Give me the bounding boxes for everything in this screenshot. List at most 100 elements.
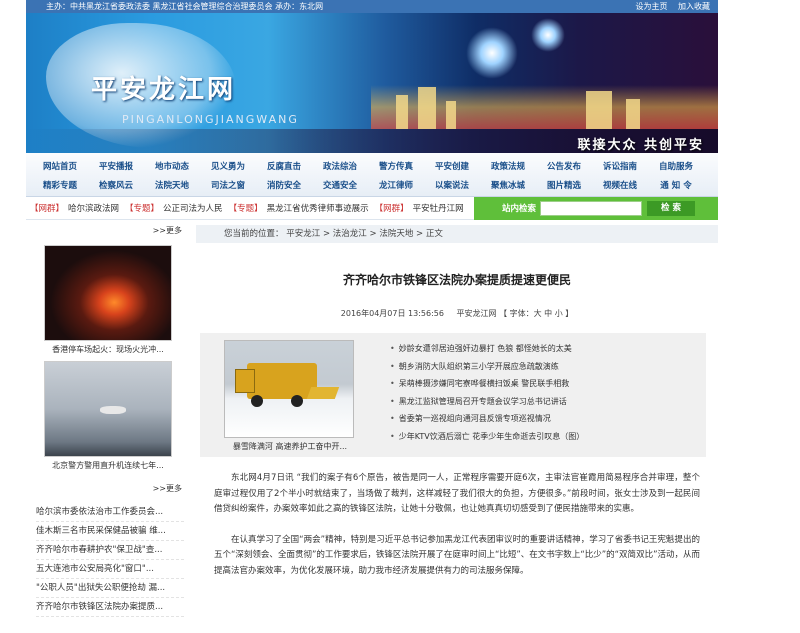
nav-item[interactable]: 平安创建 bbox=[424, 160, 480, 172]
nav-row-1: 网站首页 平安播报 地市动态 见义勇为 反腐直击 政法综治 警方传真 平安创建 … bbox=[32, 156, 712, 175]
article-paragraph: 在认真学习了全国“两会”精神，特别是习近平总书记参加黑龙江代表团审议时的重要讲话… bbox=[214, 534, 700, 576]
helicopter-graphic bbox=[100, 406, 126, 414]
helicopter-photo[interactable] bbox=[44, 361, 172, 457]
breadcrumb-item[interactable]: 平安龙江 bbox=[286, 229, 320, 239]
more-photos-link[interactable]: >>更多 bbox=[26, 225, 186, 239]
nav-item[interactable]: 图片精选 bbox=[536, 179, 592, 191]
ice-building-graphic bbox=[396, 95, 408, 129]
ticker-tag: 【网群】 bbox=[30, 204, 65, 214]
nav-item[interactable]: 聚焦冰城 bbox=[480, 179, 536, 191]
ice-building-graphic bbox=[626, 99, 640, 129]
ticker-link[interactable]: 平安牡丹江网 bbox=[413, 202, 464, 214]
nav-item[interactable]: 精彩专题 bbox=[32, 179, 88, 191]
nav-item[interactable]: 检察风云 bbox=[88, 179, 144, 191]
fire-photo[interactable] bbox=[44, 245, 172, 341]
truck-wheel bbox=[291, 395, 303, 407]
nav-item[interactable]: 见义勇为 bbox=[200, 160, 256, 172]
breadcrumb-item[interactable]: 法院天地 bbox=[379, 229, 413, 239]
nav-item[interactable]: 通 知 令 bbox=[648, 179, 704, 191]
font-size-control[interactable]: 【 字体：大 中 小 】 bbox=[499, 309, 573, 318]
ticker-link[interactable]: 黑龙江省优秀律师事迹展示 bbox=[267, 202, 369, 214]
ticker-tag: 【网群】 bbox=[374, 204, 409, 214]
truck-wheel bbox=[251, 395, 263, 407]
article-title: 齐齐哈尔市铁锋区法院办案提质提速更便民 bbox=[342, 273, 571, 287]
related-item[interactable]: 妙龄女遭邻居迫强奸边暴打 色狼 都怪她长的太美 bbox=[390, 343, 584, 361]
breadcrumb-separator: > bbox=[322, 229, 333, 239]
scrolling-links: 【网群】 哈尔滨政法网 【专题】 公正司法为人民 【专题】 黑龙江省优秀律师事迹… bbox=[26, 197, 474, 220]
photo-item[interactable]: 北京警方警用直升机连续七年... bbox=[44, 361, 172, 471]
photo-item[interactable]: 香港停车场起火：现场火光冲... bbox=[44, 245, 172, 355]
ice-building-graphic bbox=[586, 91, 612, 129]
nav-item[interactable]: 诉讼指南 bbox=[592, 160, 648, 172]
nav-item[interactable]: 网站首页 bbox=[32, 160, 88, 172]
snow-plow-photo[interactable] bbox=[224, 340, 354, 438]
list-item[interactable]: 五大连池市公安局亮化"窗口"... bbox=[36, 560, 184, 579]
nav-item[interactable]: 以案说法 bbox=[424, 179, 480, 191]
firework-graphic bbox=[466, 27, 518, 79]
related-item[interactable]: 朝乡消防大队组织第三小学开展应急疏散演练 bbox=[390, 361, 584, 379]
nav-item[interactable]: 反腐直击 bbox=[256, 160, 312, 172]
truck-graphic bbox=[235, 363, 340, 407]
nav-item[interactable]: 法院天地 bbox=[144, 179, 200, 191]
ice-building-graphic bbox=[418, 87, 436, 129]
list-item[interactable]: "公职人员"出狱失公职便抢劫 漏... bbox=[36, 579, 184, 598]
breadcrumb: 您当前的位置： 平安龙江 > 法治龙江 > 法院天地 > 正文 bbox=[196, 225, 718, 243]
related-news-box: 暴雪降满河 高速养护工奋中开... 妙龄女遭邻居迫强奸边暴打 色狼 都怪她长的太… bbox=[200, 333, 706, 457]
ticker-link[interactable]: 公正司法为人民 bbox=[163, 202, 223, 214]
add-favorite-link[interactable]: 加入收藏 bbox=[678, 2, 710, 11]
ice-building-graphic bbox=[446, 101, 456, 129]
list-item[interactable]: 哈尔滨市委依法治市工作委员会... bbox=[36, 503, 184, 522]
list-item[interactable]: 齐齐哈尔市铁锋区法院办案提质... bbox=[36, 598, 184, 617]
nav-item[interactable]: 视频在线 bbox=[592, 179, 648, 191]
top-links: 设为主页 加入收藏 bbox=[627, 1, 710, 12]
nav-item[interactable]: 公告发布 bbox=[536, 160, 592, 172]
site-search: 站内检索 检 索 bbox=[474, 196, 718, 220]
firework-graphic bbox=[531, 18, 565, 52]
breadcrumb-prefix: 您当前的位置： bbox=[224, 229, 284, 239]
left-sidebar: >>更多 香港停车场起火：现场火光冲... 北京警方警用直升机连续七年... >… bbox=[26, 225, 186, 617]
photo-caption[interactable]: 香港停车场起火：现场火光冲... bbox=[44, 344, 172, 355]
sidebar-news-list: 哈尔滨市委依法治市工作委员会... 佳木斯三名市民采保健品被骗 维... 齐齐哈… bbox=[26, 503, 186, 617]
related-list: 妙龄女遭邻居迫强奸边暴打 色狼 都怪她长的太美 朝乡消防大队组织第三小学开展应急… bbox=[390, 343, 585, 449]
nav-item[interactable]: 政策法规 bbox=[480, 160, 536, 172]
top-info-bar: 主办：中共黑龙江省委政法委 黑龙江省社会管理综合治理委员会 承办：东北网 设为主… bbox=[26, 0, 718, 13]
related-item[interactable]: 少年KTV饮酒后溺亡 花季少年生命逝去引叹息（图） bbox=[390, 431, 585, 449]
related-item[interactable]: 省委第一巡视组向通河县反馈专项巡视情况 bbox=[390, 413, 584, 431]
ticker-bar: 【网群】 哈尔滨政法网 【专题】 公正司法为人民 【专题】 黑龙江省优秀律师事迹… bbox=[26, 196, 718, 220]
main-content: 您当前的位置： 平安龙江 > 法治龙江 > 法院天地 > 正文 齐齐哈尔市铁锋区… bbox=[196, 225, 718, 594]
search-button[interactable]: 检 索 bbox=[647, 200, 696, 216]
nav-row-2: 精彩专题 检察风云 法院天地 司法之窗 消防安全 交通安全 龙江律师 以案说法 … bbox=[32, 175, 712, 194]
article-source: 平安龙江网 bbox=[456, 309, 497, 318]
related-item[interactable]: 呆萌棒摄涉嫌同宅寮哗餐横扫饭桌 警民联手相救 bbox=[390, 378, 584, 396]
list-item[interactable]: 齐齐哈尔市春耕护农"保卫战"查... bbox=[36, 541, 184, 560]
nav-item[interactable]: 警方传真 bbox=[368, 160, 424, 172]
set-homepage-link[interactable]: 设为主页 bbox=[635, 2, 667, 11]
ticker-link[interactable]: 哈尔滨政法网 bbox=[68, 202, 119, 214]
nav-item[interactable]: 自助服务 bbox=[648, 160, 704, 172]
nav-item[interactable]: 交通安全 bbox=[312, 179, 368, 191]
nav-item[interactable]: 龙江律师 bbox=[368, 179, 424, 191]
nav-item[interactable]: 平安播报 bbox=[88, 160, 144, 172]
search-label: 站内检索 bbox=[502, 204, 537, 214]
host-info: 主办：中共黑龙江省委政法委 黑龙江省社会管理综合治理委员会 承办：东北网 bbox=[46, 2, 324, 11]
site-pinyin: PINGANLONGJIANGWANG bbox=[122, 113, 299, 126]
site-slogan: 联接大众 共创平安 bbox=[577, 138, 704, 153]
photo-caption[interactable]: 北京警方警用直升机连续七年... bbox=[44, 460, 172, 471]
breadcrumb-separator: > bbox=[416, 229, 426, 239]
nav-item[interactable]: 司法之窗 bbox=[200, 179, 256, 191]
photo-caption[interactable]: 暴雪降满河 高速养护工奋中开... bbox=[220, 441, 360, 452]
article-body: 东北网4月7日讯 “我们的案子有6个原告，被告是同一人，正常程序需要开庭6次，主… bbox=[214, 471, 700, 579]
site-logo-title[interactable]: 平安龙江网 bbox=[91, 69, 236, 106]
main-navigation: 网站首页 平安播报 地市动态 见义勇为 反腐直击 政法综治 警方传真 平安创建 … bbox=[26, 153, 718, 197]
list-item[interactable]: 佳木斯三名市民采保健品被骗 维... bbox=[36, 522, 184, 541]
page: 主办：中共黑龙江省委政法委 黑龙江省社会管理综合治理委员会 承办：东北网 设为主… bbox=[26, 0, 718, 633]
breadcrumb-item: 正文 bbox=[425, 229, 443, 239]
nav-item[interactable]: 政法综治 bbox=[312, 160, 368, 172]
more-news-link[interactable]: >>更多 bbox=[26, 483, 186, 497]
nav-item[interactable]: 地市动态 bbox=[144, 160, 200, 172]
nav-item[interactable]: 消防安全 bbox=[256, 179, 312, 191]
breadcrumb-item[interactable]: 法治龙江 bbox=[333, 229, 367, 239]
related-item[interactable]: 黑龙江监狱管理局召开专题会议学习总书记讲话 bbox=[390, 396, 584, 414]
search-input[interactable] bbox=[540, 200, 643, 216]
article-meta: 2016年04月07日 13:56:56 平安龙江网 【 字体：大 中 小 】 bbox=[196, 308, 718, 319]
